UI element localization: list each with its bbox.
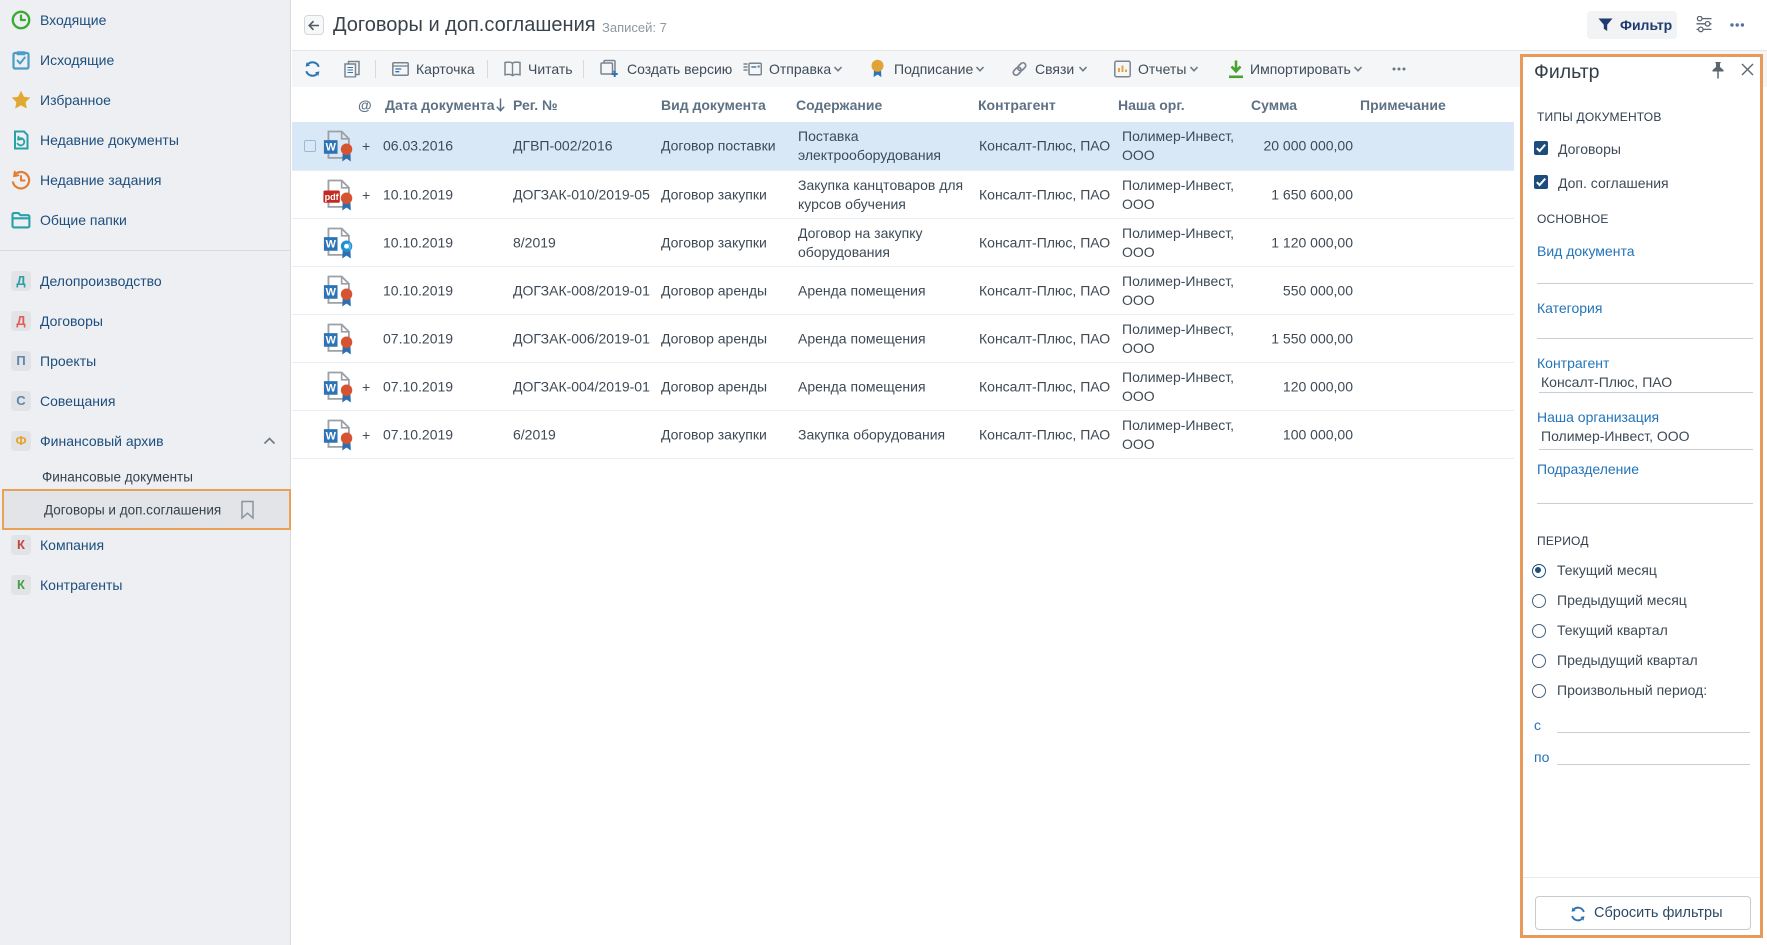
svg-text:W: W [326, 287, 337, 299]
svg-text:W: W [326, 383, 337, 395]
svg-text:W: W [326, 431, 337, 443]
svg-text:W: W [326, 335, 337, 347]
svg-text:W: W [326, 239, 337, 251]
svg-text:W: W [326, 142, 337, 154]
svg-text:pdf: pdf [325, 192, 340, 202]
